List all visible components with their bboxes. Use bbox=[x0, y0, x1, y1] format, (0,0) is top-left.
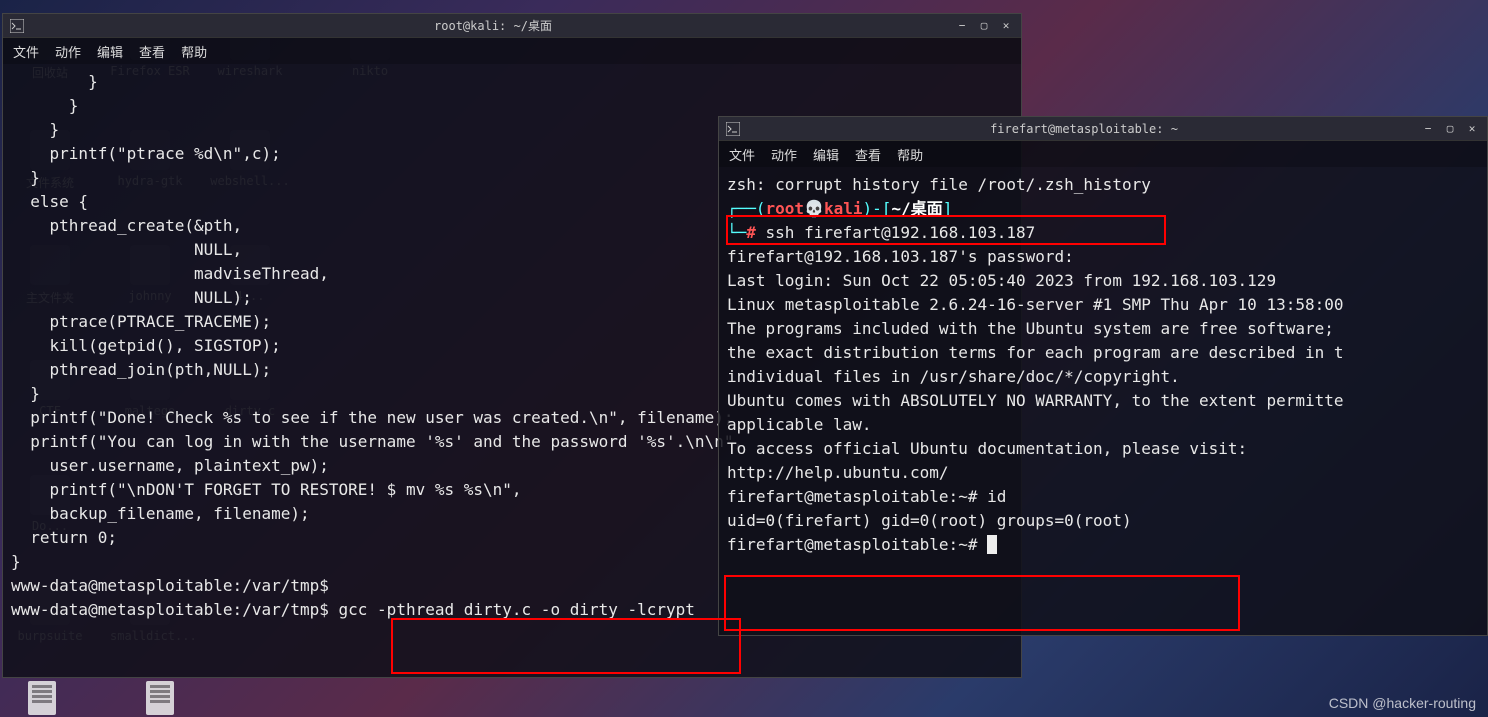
terminal-line: the exact distribution terms for each pr… bbox=[727, 341, 1479, 365]
maximize-button[interactable]: ▢ bbox=[977, 19, 991, 33]
menu-item[interactable]: 帮助 bbox=[181, 42, 207, 61]
terminal-line: Ubuntu comes with ABSOLUTELY NO WARRANTY… bbox=[727, 389, 1479, 413]
menu-item[interactable]: 文件 bbox=[13, 42, 39, 61]
minimize-button[interactable]: − bbox=[1421, 122, 1435, 136]
terminal-line: firefart@192.168.103.187's password: bbox=[727, 245, 1479, 269]
terminal-line: } bbox=[11, 70, 1013, 94]
terminal-line: http://help.ubuntu.com/ bbox=[727, 461, 1479, 485]
terminal-icon bbox=[9, 18, 25, 34]
titlebar[interactable]: firefart@metasploitable: ~ − ▢ ✕ bbox=[719, 117, 1487, 141]
menu-item[interactable]: 文件 bbox=[729, 145, 755, 164]
menu-item[interactable]: 编辑 bbox=[813, 145, 839, 164]
window-title: root@kali: ~/桌面 bbox=[31, 17, 955, 34]
taskbar-app[interactable] bbox=[28, 681, 56, 715]
menu-item[interactable]: 动作 bbox=[55, 42, 81, 61]
menubar[interactable]: 文件动作编辑查看帮助 bbox=[719, 141, 1487, 167]
close-button[interactable]: ✕ bbox=[1465, 122, 1479, 136]
taskbar-app[interactable] bbox=[146, 681, 174, 715]
close-button[interactable]: ✕ bbox=[999, 19, 1013, 33]
menubar[interactable]: 文件动作编辑查看帮助 bbox=[3, 38, 1021, 64]
terminal-line: To access official Ubuntu documentation,… bbox=[727, 437, 1479, 461]
terminal-line: } bbox=[11, 94, 1013, 118]
watermark: CSDN @hacker-routing bbox=[1329, 695, 1476, 711]
menu-item[interactable]: 动作 bbox=[771, 145, 797, 164]
terminal-line: uid=0(firefart) gid=0(root) groups=0(roo… bbox=[727, 509, 1479, 533]
terminal-line: firefart@metasploitable:~# id bbox=[727, 485, 1479, 509]
terminal-line: Linux metasploitable 2.6.24-16-server #1… bbox=[727, 293, 1479, 317]
maximize-button[interactable]: ▢ bbox=[1443, 122, 1457, 136]
menu-item[interactable]: 帮助 bbox=[897, 145, 923, 164]
terminal-window-ssh[interactable]: firefart@metasploitable: ~ − ▢ ✕ 文件动作编辑查… bbox=[718, 116, 1488, 636]
terminal-body[interactable]: zsh: corrupt history file /root/.zsh_his… bbox=[719, 167, 1487, 635]
terminal-line: firefart@metasploitable:~# bbox=[727, 533, 1479, 557]
terminal-line: Last login: Sun Oct 22 05:05:40 2023 fro… bbox=[727, 269, 1479, 293]
menu-item[interactable]: 查看 bbox=[139, 42, 165, 61]
taskbar-apps bbox=[28, 681, 174, 715]
terminal-line: └─# ssh firefart@192.168.103.187 bbox=[727, 221, 1479, 245]
terminal-line: applicable law. bbox=[727, 413, 1479, 437]
titlebar[interactable]: root@kali: ~/桌面 − ▢ ✕ bbox=[3, 14, 1021, 38]
terminal-line: zsh: corrupt history file /root/.zsh_his… bbox=[727, 173, 1479, 197]
window-title: firefart@metasploitable: ~ bbox=[747, 122, 1421, 136]
terminal-icon bbox=[725, 121, 741, 137]
menu-item[interactable]: 编辑 bbox=[97, 42, 123, 61]
menu-item[interactable]: 查看 bbox=[855, 145, 881, 164]
terminal-line: ┌──(root💀kali)-[~/桌面] bbox=[727, 197, 1479, 221]
terminal-line: The programs included with the Ubuntu sy… bbox=[727, 317, 1479, 341]
terminal-line: individual files in /usr/share/doc/*/cop… bbox=[727, 365, 1479, 389]
minimize-button[interactable]: − bbox=[955, 19, 969, 33]
